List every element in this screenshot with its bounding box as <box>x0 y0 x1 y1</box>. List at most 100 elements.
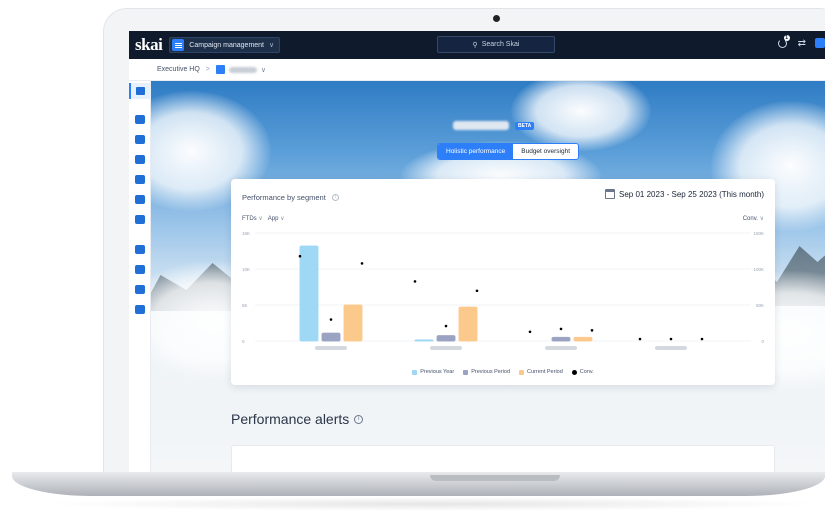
settings-sliders-icon[interactable]: ⇄ <box>798 38 806 49</box>
date-range-text: Sep 01 2023 - Sep 25 2023 (This month) <box>619 189 764 199</box>
performance-alerts-heading: Performance alerts i <box>231 411 364 427</box>
search-icon: ⚲ <box>472 41 478 49</box>
user-icon[interactable] <box>815 38 825 48</box>
y-tick-label-right: 150K <box>753 231 764 236</box>
laptop-base <box>12 472 825 496</box>
top-navigation-bar: skai Campaign management ∨ ⚲ Search Skai… <box>129 31 825 59</box>
skai-logo[interactable]: skai <box>135 35 163 55</box>
sidebar-item-dashboard[interactable] <box>135 245 145 254</box>
legend-label: Current Period <box>527 369 563 375</box>
notification-badge: 1 <box>783 35 790 41</box>
conv-dot <box>638 337 642 341</box>
legend-item[interactable]: Conv. <box>571 369 594 375</box>
sidebar-item-messages[interactable] <box>135 215 145 224</box>
sidebar-item-folders[interactable] <box>135 135 145 144</box>
camera-dot <box>493 15 500 22</box>
workspace-name-blurred <box>453 121 509 130</box>
bar-previous-year <box>299 245 319 342</box>
hero-sky-background: BETA Holistic performance Budget oversig… <box>151 81 825 473</box>
conv-dot <box>444 324 448 328</box>
y-tick-label-left: 5K <box>242 303 248 308</box>
category-label-blurred <box>655 346 687 350</box>
legend-swatch <box>463 369 469 375</box>
conv-dot <box>700 337 704 341</box>
search-input[interactable]: ⚲ Search Skai <box>437 36 555 53</box>
dimension-dropdown[interactable]: App ∨ <box>268 215 285 222</box>
y-tick-label-right: 100K <box>753 267 764 272</box>
bar-previous-period <box>551 336 571 342</box>
y-tick-label-left: 10K <box>242 267 250 272</box>
house-icon <box>215 65 225 74</box>
y-tick-label-left: 15K <box>242 231 250 236</box>
legend-label: Conv. <box>579 369 594 375</box>
account-name-blurred <box>228 66 257 73</box>
performance-alerts-panel <box>231 445 775 473</box>
conv-dot <box>329 318 333 321</box>
bar-previous-year <box>414 339 434 342</box>
legend-swatch <box>412 369 418 375</box>
beta-badge: BETA <box>515 121 535 130</box>
conv-dot <box>360 262 364 265</box>
bar-previous-period <box>321 332 341 342</box>
info-icon[interactable]: i <box>354 414 364 424</box>
workspace-title: BETA <box>453 121 535 130</box>
menu-icon <box>172 39 185 51</box>
metric-dropdown[interactable]: FTDs ∨ <box>242 215 263 222</box>
conv-dot <box>590 329 594 332</box>
legend-item[interactable]: Previous Year <box>412 369 454 375</box>
laptop-notch <box>430 475 560 481</box>
conv-dot <box>669 337 673 341</box>
conv-dot <box>475 289 479 293</box>
sidebar-item-home[interactable] <box>129 83 151 99</box>
legend-swatch <box>519 369 525 375</box>
conv-dot <box>298 254 302 258</box>
sidebar-item-hierarchy[interactable] <box>135 115 145 124</box>
sidebar-item-edit[interactable] <box>135 175 145 184</box>
tab-budget-oversight[interactable]: Budget oversight <box>513 144 578 159</box>
calendar-icon <box>605 189 616 199</box>
y-tick-label-left: 0 <box>242 339 245 344</box>
tab-holistic-performance[interactable]: Holistic performance <box>438 144 514 159</box>
conv-dot <box>413 280 417 283</box>
date-range-picker[interactable]: Sep 01 2023 - Sep 25 2023 (This month) <box>605 189 764 199</box>
sidebar-item-tools[interactable] <box>135 155 145 164</box>
category-label-blurred <box>430 346 462 350</box>
legend-item[interactable]: Current Period <box>519 369 563 375</box>
legend-swatch <box>571 369 577 375</box>
segment-bar-chart: 15K 150K 10K 100K 5K 50K 0 0 <box>242 231 764 350</box>
campaign-management-select[interactable]: Campaign management ∨ <box>169 37 281 53</box>
bar-current-period <box>343 304 363 342</box>
category-label-blurred <box>545 346 577 350</box>
bar-current-period <box>573 336 593 342</box>
legend-label: Previous Year <box>420 369 455 375</box>
conv-dot <box>528 330 532 334</box>
legend-label: Previous Period <box>471 369 511 375</box>
breadcrumb: Executive HQ > ∨ <box>129 59 825 81</box>
top-right-actions: 1 ⇄ <box>777 35 825 49</box>
bar-previous-period <box>436 335 456 342</box>
breadcrumb-account-select[interactable]: ∨ <box>215 65 267 74</box>
y-tick-label-right: 0 <box>761 339 764 344</box>
alerts-title-text: Performance alerts <box>231 411 350 427</box>
breadcrumb-home[interactable]: Executive HQ <box>157 66 200 73</box>
y-tick-label-right: 50K <box>756 303 764 308</box>
chart-legend: Previous Year Previous Period Current Peri… <box>231 369 775 375</box>
sidebar-item-integrations[interactable] <box>135 305 145 314</box>
card-title-text: Performance by segment <box>242 193 326 202</box>
campaign-select-label: Campaign management <box>189 41 265 49</box>
performance-by-segment-card: Performance by segment i Sep 01 2023 - S… <box>231 179 775 385</box>
category-label-blurred <box>315 346 347 350</box>
view-toggle: Holistic performance Budget oversight <box>437 143 580 160</box>
sidebar-item-docs[interactable] <box>135 285 145 294</box>
chevron-down-icon: ∨ <box>260 66 267 74</box>
cloud <box>511 81 651 151</box>
sidebar-item-reports[interactable] <box>135 195 145 204</box>
left-sidebar <box>129 81 151 473</box>
chevron-down-icon: ∨ <box>269 42 275 49</box>
card-title: Performance by segment i <box>242 193 339 202</box>
info-icon[interactable]: i <box>331 194 339 201</box>
legend-item[interactable]: Previous Period <box>463 369 510 375</box>
sidebar-item-automation[interactable] <box>135 265 145 274</box>
secondary-metric-dropdown[interactable]: Conv. ∨ <box>743 215 764 222</box>
notifications-icon[interactable]: 1 <box>777 35 790 49</box>
